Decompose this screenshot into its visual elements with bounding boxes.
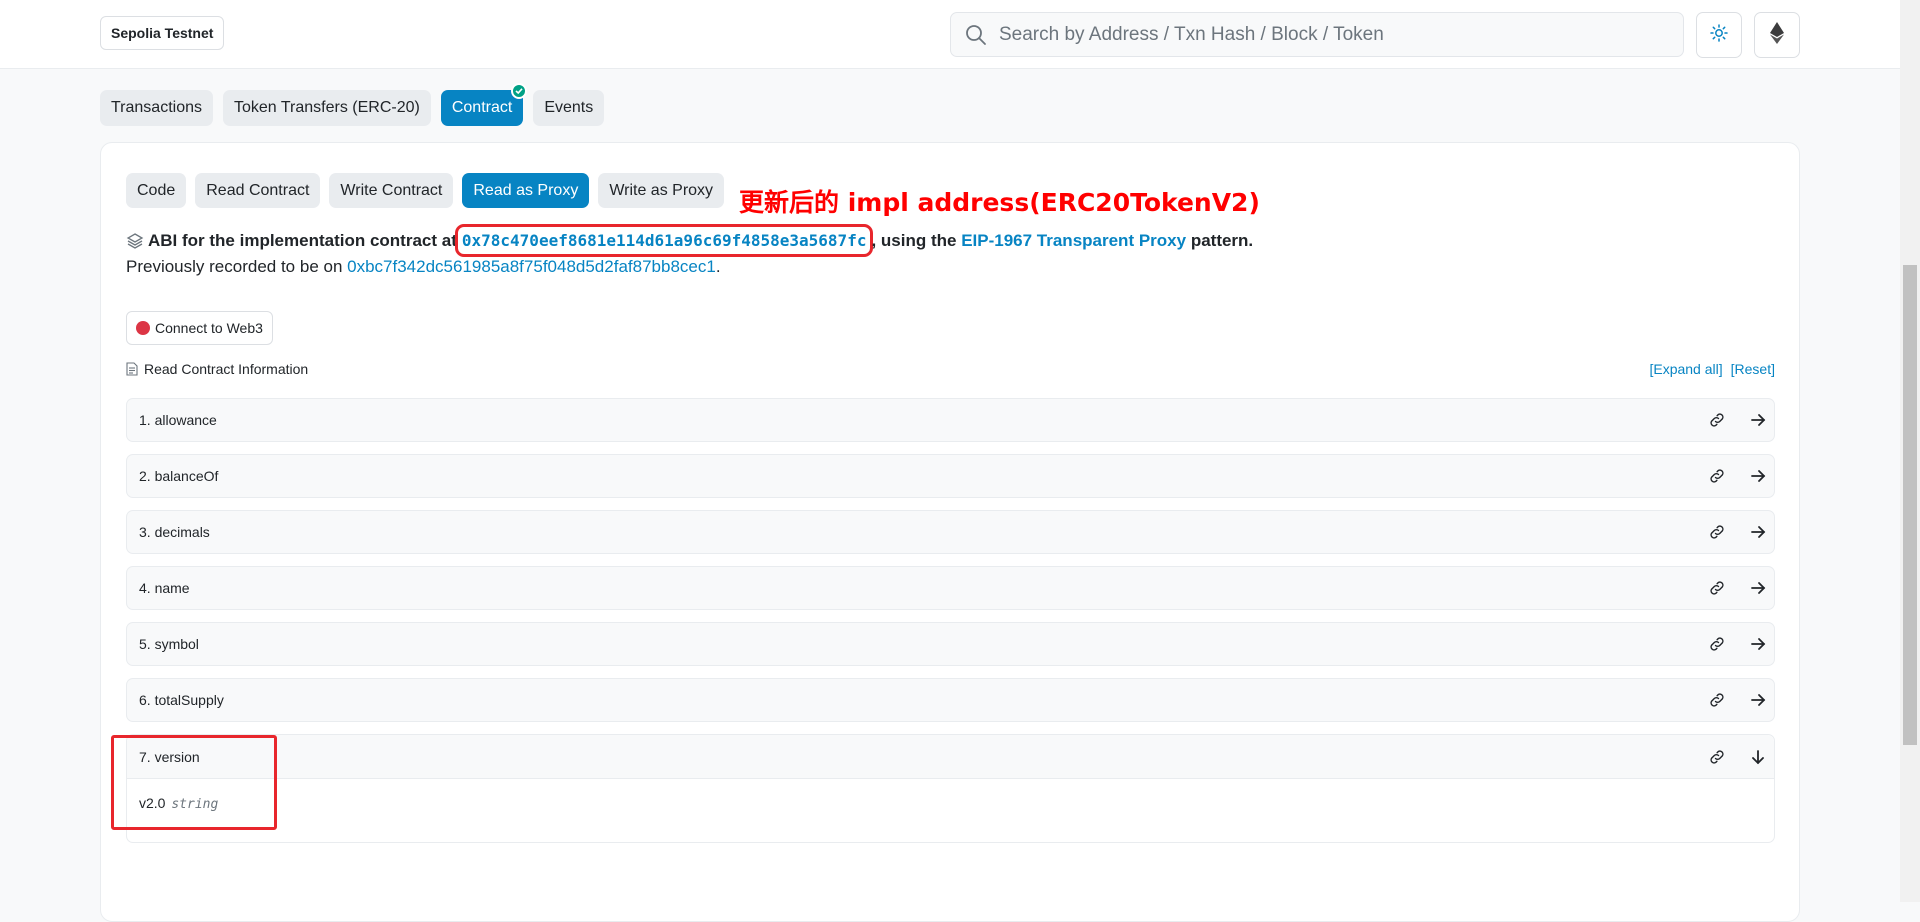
read-contract-info: Read Contract Information bbox=[126, 361, 308, 377]
link-icon[interactable] bbox=[1708, 523, 1726, 541]
subtab-label: Code bbox=[137, 181, 176, 199]
function-list: 1. allowance 2. balanceOf 3. decimals 4.… bbox=[111, 398, 1775, 843]
tab-label: Transactions bbox=[111, 99, 202, 116]
arrow-right-icon[interactable] bbox=[1750, 524, 1766, 540]
tab-events[interactable]: Events bbox=[533, 90, 605, 126]
result-type: string bbox=[171, 797, 219, 812]
subtab-label: Read Contract bbox=[206, 181, 310, 199]
arrow-down-icon[interactable] bbox=[1750, 749, 1766, 765]
link-icon[interactable] bbox=[1708, 467, 1726, 485]
link-icon[interactable] bbox=[1708, 579, 1726, 597]
theme-toggle-button[interactable] bbox=[1696, 12, 1742, 58]
function-row-version-expanded: 7. version v2.0 string bbox=[111, 734, 1775, 843]
prev-suffix: . bbox=[715, 257, 721, 276]
subtab-write-as-proxy[interactable]: Write as Proxy bbox=[598, 173, 725, 208]
function-name: 5. symbol bbox=[139, 636, 199, 652]
arrow-right-icon[interactable] bbox=[1750, 412, 1766, 428]
subtab-label: Write Contract bbox=[340, 181, 443, 199]
function-row-balanceof[interactable]: 2. balanceOf bbox=[126, 454, 1775, 498]
function-name: 4. name bbox=[139, 580, 190, 596]
version-result: v2.0 string bbox=[139, 795, 218, 812]
tab-token-transfers[interactable]: Token Transfers (ERC-20) bbox=[223, 90, 431, 126]
tab-label: Token Transfers (ERC-20) bbox=[234, 99, 420, 116]
function-row-version[interactable]: 7. version bbox=[127, 735, 1774, 779]
abi-info-line: ABI for the implementation contract at 0… bbox=[126, 224, 1254, 257]
function-name: 6. totalSupply bbox=[139, 692, 224, 708]
tab-transactions[interactable]: Transactions bbox=[100, 90, 213, 126]
link-icon[interactable] bbox=[1708, 635, 1726, 653]
layers-icon bbox=[126, 232, 144, 250]
link-icon[interactable] bbox=[1708, 748, 1726, 766]
page-scrollbar[interactable] bbox=[1900, 0, 1920, 902]
tab-label: Contract bbox=[451, 99, 513, 116]
arrow-right-icon[interactable] bbox=[1750, 636, 1766, 652]
function-row-symbol[interactable]: 5. symbol bbox=[126, 622, 1775, 666]
info-actions: [Expand all] [Reset] bbox=[1649, 361, 1775, 377]
arrow-right-icon[interactable] bbox=[1750, 468, 1766, 484]
scrollbar-thumb[interactable] bbox=[1903, 265, 1917, 745]
connect-web3-button[interactable]: Connect to Web3 bbox=[126, 311, 273, 345]
verified-check-icon bbox=[511, 83, 528, 99]
annotation-text: 更新后的 impl address(ERC20TokenV2) bbox=[739, 188, 1260, 217]
tab-contract[interactable]: Contract bbox=[440, 83, 528, 126]
ethereum-icon bbox=[1770, 21, 1784, 49]
subtab-label: Read as Proxy bbox=[473, 181, 579, 199]
prev-prefix: Previously recorded to be on bbox=[126, 257, 343, 276]
subtab-label: Write as Proxy bbox=[609, 181, 714, 199]
previous-impl-address-link[interactable]: 0xbc7f342dc561985a8f75f048d5d2faf87bb8ce… bbox=[347, 257, 716, 276]
connect-label: Connect to Web3 bbox=[155, 320, 263, 336]
function-name: 7. version bbox=[139, 748, 200, 765]
search-input[interactable] bbox=[997, 22, 1651, 47]
result-value: v2.0 bbox=[139, 795, 166, 811]
function-name: 1. allowance bbox=[139, 412, 217, 428]
impl-address-link[interactable]: 0x78c470eef8681e114d61a96c69f4858e3a5687… bbox=[454, 224, 874, 257]
network-label: Sepolia Testnet bbox=[111, 25, 214, 41]
function-row-totalsupply[interactable]: 6. totalSupply bbox=[126, 678, 1775, 722]
function-name: 3. decimals bbox=[139, 524, 210, 540]
contract-sub-tabs: Code Read Contract Write Contract Read a… bbox=[126, 173, 725, 208]
subtab-write-contract[interactable]: Write Contract bbox=[329, 173, 454, 208]
link-icon[interactable] bbox=[1708, 691, 1726, 709]
function-row-decimals[interactable]: 3. decimals bbox=[126, 510, 1775, 554]
search-box[interactable] bbox=[950, 12, 1684, 57]
network-switch-button[interactable] bbox=[1754, 12, 1800, 58]
read-info-label: Read Contract Information bbox=[144, 361, 309, 377]
expand-all-link[interactable]: [Expand all] bbox=[1649, 361, 1722, 377]
function-name: 2. balanceOf bbox=[139, 468, 219, 484]
tab-label: Events bbox=[544, 99, 594, 116]
network-badge[interactable]: Sepolia Testnet bbox=[100, 16, 225, 50]
arrow-right-icon[interactable] bbox=[1750, 580, 1766, 596]
function-row-name[interactable]: 4. name bbox=[126, 566, 1775, 610]
subtab-code[interactable]: Code bbox=[126, 173, 187, 208]
function-row-allowance[interactable]: 1. allowance bbox=[126, 398, 1775, 442]
abi-suffix: pattern. bbox=[1190, 230, 1254, 250]
subtab-read-contract[interactable]: Read Contract bbox=[195, 173, 321, 208]
arrow-right-icon[interactable] bbox=[1750, 692, 1766, 708]
document-icon bbox=[126, 362, 138, 376]
subtab-read-as-proxy[interactable]: Read as Proxy bbox=[462, 173, 590, 208]
main-tabs: Transactions Token Transfers (ERC-20) Co… bbox=[100, 83, 605, 126]
search-icon bbox=[965, 24, 987, 46]
abi-prefix: ABI for the implementation contract at bbox=[148, 230, 457, 250]
sun-icon bbox=[1710, 23, 1728, 47]
top-header: Sepolia Testnet bbox=[0, 0, 1900, 69]
link-icon[interactable] bbox=[1708, 411, 1726, 429]
abi-middle: , using the bbox=[871, 230, 957, 250]
eip-1967-link[interactable]: EIP-1967 Transparent Proxy bbox=[961, 231, 1186, 251]
disconnected-status-dot bbox=[136, 321, 150, 335]
previous-impl-line: Previously recorded to be on 0xbc7f342dc… bbox=[126, 257, 721, 277]
reset-link[interactable]: [Reset] bbox=[1731, 361, 1775, 377]
contract-card: Code Read Contract Write Contract Read a… bbox=[100, 142, 1800, 922]
